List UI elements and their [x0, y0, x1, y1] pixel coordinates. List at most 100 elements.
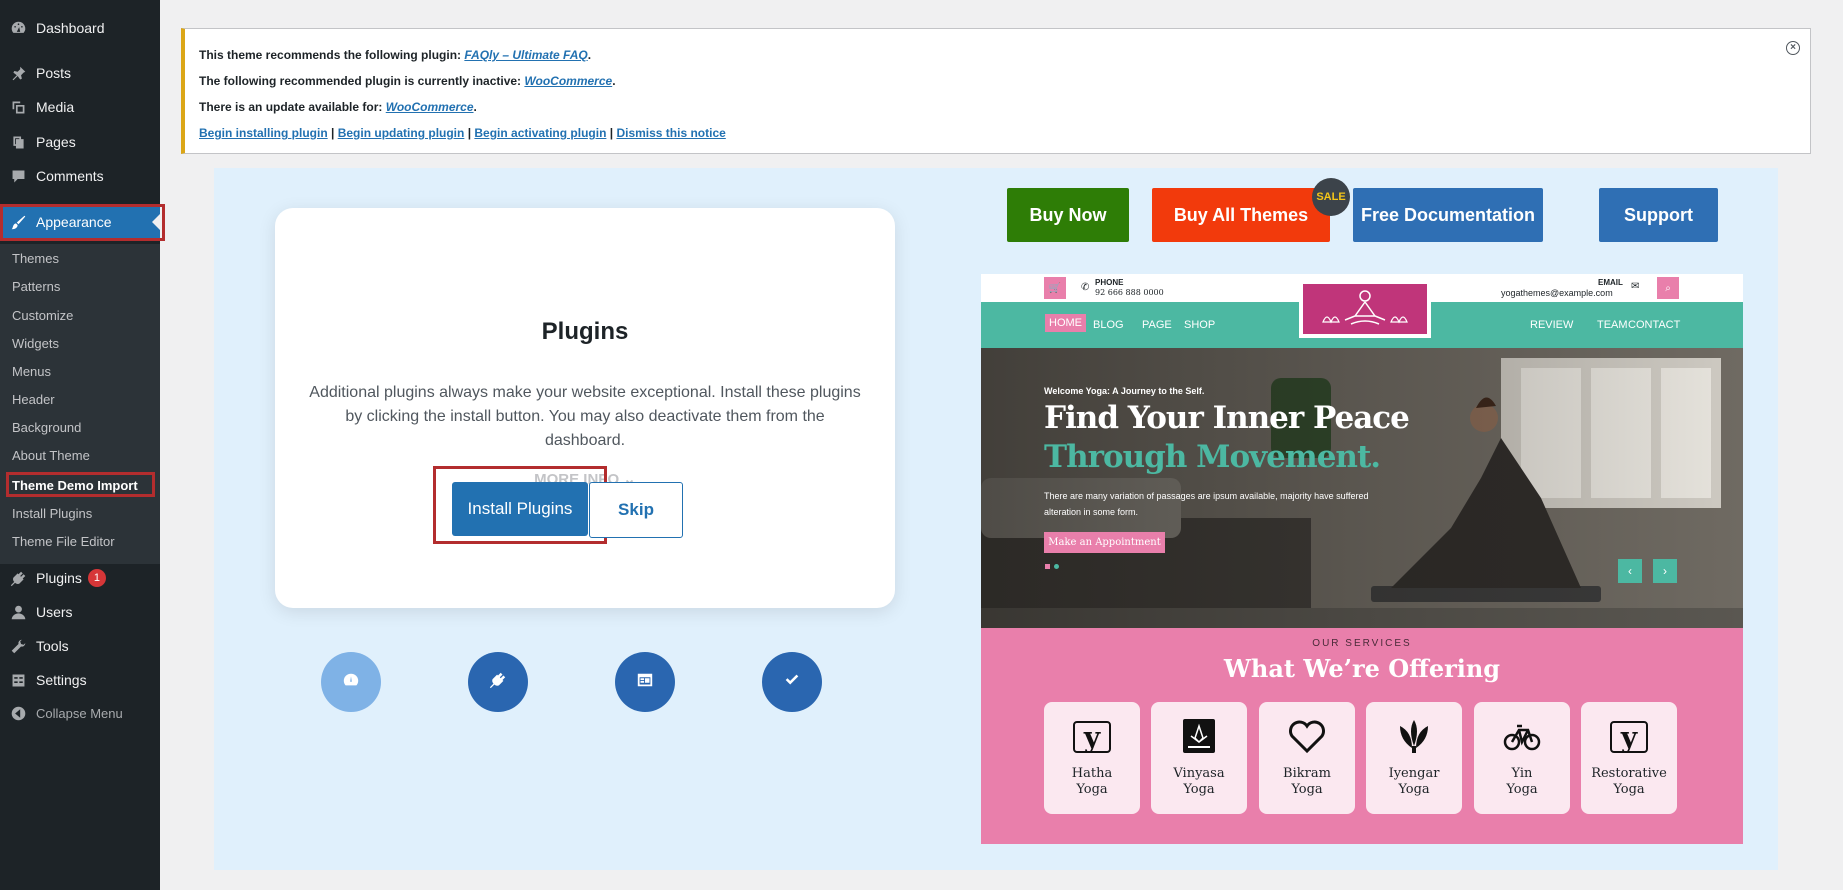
- menu-dashboard[interactable]: Dashboard: [0, 11, 160, 45]
- hero-appointment-button: Make an Appointment: [1044, 532, 1165, 553]
- card-description: Additional plugins always make your webs…: [309, 384, 861, 449]
- support-button[interactable]: Support: [1599, 188, 1718, 242]
- wrench-icon: [9, 637, 27, 655]
- menu-users[interactable]: Users: [0, 595, 160, 629]
- step-plugins[interactable]: [468, 652, 528, 712]
- pages-icon: [9, 133, 27, 151]
- dashboard-icon: [9, 19, 27, 37]
- collapse-icon: [9, 704, 27, 722]
- preview-email: yogathemes@example.com: [1501, 288, 1613, 298]
- service-name: Hatha Yoga: [1071, 766, 1113, 797]
- skip-button[interactable]: Skip: [589, 482, 683, 538]
- plug-icon: [489, 671, 507, 694]
- begin-installing-link[interactable]: Begin installing plugin: [199, 126, 328, 140]
- hero-kicker: Welcome Yoga: A Journey to the Self.: [1044, 386, 1205, 396]
- hero-title-line-2: Through Movement.: [1044, 439, 1381, 475]
- submenu-customize[interactable]: Customize: [12, 308, 73, 323]
- menu-media[interactable]: Media: [0, 90, 160, 124]
- submenu-widgets[interactable]: Widgets: [12, 336, 59, 351]
- buy-all-themes-button[interactable]: Buy All Themes: [1152, 188, 1330, 242]
- menu-plugins-label: Plugins: [36, 570, 82, 586]
- free-documentation-button[interactable]: Free Documentation: [1353, 188, 1543, 242]
- hero-description: There are many variation of passages are…: [1044, 491, 1369, 517]
- gauge-icon: [342, 671, 360, 694]
- step-content[interactable]: [615, 652, 675, 712]
- check-icon: [783, 671, 801, 694]
- preview-nav-home: HOME: [1045, 314, 1086, 332]
- preview-nav-review: REVIEW: [1530, 319, 1574, 331]
- dismiss-close-icon[interactable]: ×: [1786, 41, 1800, 55]
- book-lotus-icon: [1183, 719, 1215, 753]
- preview-nav-team: TEAM: [1597, 319, 1628, 331]
- cart-icon: 🛒: [1044, 277, 1066, 299]
- notice-line-2: The following recommended plugin is curr…: [199, 74, 616, 88]
- faqly-link[interactable]: FAQly – Ultimate FAQ: [464, 48, 587, 62]
- lotus-icon: [1400, 720, 1428, 753]
- install-plugins-button[interactable]: Install Plugins: [452, 482, 588, 536]
- layout-icon: [636, 671, 654, 694]
- menu-comments[interactable]: Comments: [0, 159, 160, 193]
- preview-services: OUR SERVICES What We’re Offering y Hatha…: [981, 628, 1743, 844]
- menu-posts-label: Posts: [36, 65, 72, 81]
- service-card-yin: Yin Yoga: [1474, 702, 1570, 814]
- menu-tools[interactable]: Tools: [0, 629, 160, 663]
- menu-pages[interactable]: Pages: [0, 125, 160, 159]
- step-dashboard[interactable]: [321, 652, 381, 712]
- service-card-vinyasa: Vinyasa Yoga: [1151, 702, 1247, 814]
- submenu-patterns[interactable]: Patterns: [12, 279, 60, 294]
- menu-settings[interactable]: Settings: [0, 663, 160, 697]
- services-title: What We’re Offering: [1223, 654, 1501, 683]
- user-icon: [9, 603, 27, 621]
- sale-badge: SALE: [1312, 178, 1350, 216]
- service-name: Vinyasa Yoga: [1173, 766, 1225, 797]
- appearance-highlight: [0, 204, 165, 241]
- buy-now-button[interactable]: Buy Now: [1007, 188, 1129, 242]
- submenu-theme-file-editor[interactable]: Theme File Editor: [12, 534, 115, 549]
- dismiss-notice-link[interactable]: Dismiss this notice: [616, 126, 725, 140]
- media-icon: [9, 98, 27, 116]
- menu-tools-label: Tools: [36, 638, 69, 654]
- begin-updating-link[interactable]: Begin updating plugin: [338, 126, 465, 140]
- submenu-background[interactable]: Background: [12, 420, 81, 435]
- pin-icon: [9, 64, 27, 82]
- step-done[interactable]: [762, 652, 822, 712]
- service-card-hatha: y Hatha Yoga: [1044, 702, 1140, 814]
- notice-actions: Begin installing plugin | Begin updating…: [199, 126, 726, 140]
- service-name: Bikram Yoga: [1283, 766, 1331, 797]
- bicycle-icon: [1503, 724, 1541, 751]
- submenu-menus[interactable]: Menus: [12, 364, 51, 379]
- service-name: Restorative Yoga: [1591, 766, 1667, 797]
- menu-dashboard-label: Dashboard: [36, 20, 105, 36]
- menu-posts[interactable]: Posts: [0, 56, 160, 90]
- mail-icon: ✉: [1631, 281, 1640, 292]
- service-card-bikram: Bikram Yoga: [1259, 702, 1355, 814]
- plugins-update-badge: 1: [87, 569, 106, 587]
- menu-comments-label: Comments: [36, 168, 104, 184]
- collapse-menu-button[interactable]: Collapse Menu: [0, 696, 160, 730]
- theme-demo-import-highlight: [6, 472, 155, 497]
- preview-email-label: EMAIL: [1598, 278, 1623, 287]
- menu-media-label: Media: [36, 99, 75, 115]
- collapse-menu-label: Collapse Menu: [36, 705, 123, 721]
- card-title: Plugins: [541, 318, 629, 345]
- menu-pages-label: Pages: [36, 134, 76, 150]
- preview-phone-label: PHONE: [1095, 278, 1124, 287]
- service-card-restorative: y Restorative Yoga: [1581, 702, 1677, 814]
- notice-line-1-text: This theme recommends the following plug…: [199, 48, 462, 62]
- submenu-header[interactable]: Header: [12, 392, 55, 407]
- admin-sidebar: Dashboard Posts Media Pages Comments App…: [0, 0, 165, 890]
- menu-plugins[interactable]: Plugins 1: [0, 561, 160, 595]
- slider-next-icon: ›: [1653, 559, 1677, 583]
- submenu-install-plugins[interactable]: Install Plugins: [12, 506, 92, 521]
- begin-activating-link[interactable]: Begin activating plugin: [474, 126, 606, 140]
- preview-nav-blog: BLOG: [1093, 319, 1124, 331]
- woocommerce-link-2[interactable]: WooCommerce: [386, 100, 474, 114]
- submenu-themes[interactable]: Themes: [12, 251, 59, 266]
- submenu-about-theme[interactable]: About Theme: [12, 448, 90, 463]
- notice-line-3-text: There is an update available for:: [199, 100, 383, 114]
- demo-import-panel: Plugins Additional plugins always make y…: [214, 168, 1778, 870]
- yoga-logo-icon: y: [1610, 721, 1648, 754]
- woocommerce-link-1[interactable]: WooCommerce: [524, 74, 612, 88]
- service-name: Iyengar Yoga: [1388, 766, 1440, 797]
- settings-icon: [9, 671, 27, 689]
